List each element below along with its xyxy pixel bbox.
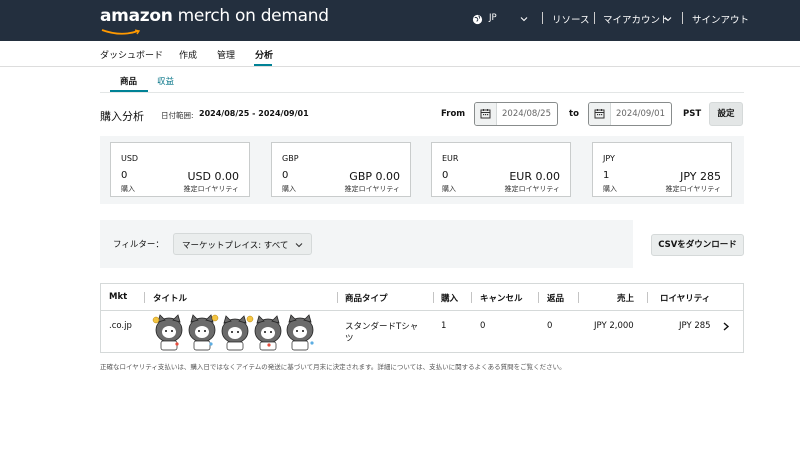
column-header-sales[interactable]: 売上 [617, 292, 634, 304]
filter-label: フィルター： [113, 240, 164, 250]
column-header-purchases[interactable]: 購入 [441, 292, 458, 304]
nav-analyze[interactable]: 分析 [255, 48, 273, 61]
row-purchases: 1 [441, 321, 447, 331]
header-divider [542, 12, 543, 24]
filter-panel: フィルター： マーケットプレイス: すべて [100, 220, 633, 268]
page-title: 購入分析 [100, 110, 144, 123]
chevron-down-icon[interactable] [520, 15, 528, 23]
download-csv-button[interactable]: CSVをダウンロード [651, 234, 744, 256]
header-divider [594, 12, 595, 24]
marketplace-selected: マーケットプレイス: すべて [182, 241, 289, 251]
header-divider [682, 12, 683, 24]
from-date-field[interactable]: 2024/08/25 [474, 102, 558, 126]
timezone-label: PST [683, 109, 702, 119]
row-royalty: JPY 285 [679, 321, 711, 331]
top-header: amazon merch on demand JP リソース マイアカウント サ… [0, 0, 800, 41]
sales-table: Mkt タイトル 商品タイプ 購入 キャンセル 返品 売上 ロイヤリティ .co… [100, 283, 744, 353]
row-sales: JPY 2,000 [594, 321, 634, 331]
nav-create[interactable]: 作成 [179, 48, 197, 61]
globe-icon[interactable] [472, 14, 483, 25]
chevron-down-icon[interactable] [664, 15, 672, 23]
column-header-product-type[interactable]: 商品タイプ [345, 292, 388, 304]
column-divider [337, 292, 338, 303]
column-divider [578, 292, 579, 303]
main-nav: ダッシュボード 作成 管理 分析 [0, 41, 800, 67]
my-account-link[interactable]: マイアカウント [603, 12, 670, 26]
currency-summary: USD 0 購入 USD 0.00 推定ロイヤリティ GBP 0 購入 GBP … [100, 136, 744, 204]
currency-card-usd: USD 0 購入 USD 0.00 推定ロイヤリティ [110, 142, 250, 197]
row-cancels: 0 [480, 321, 486, 331]
marketplace-dropdown[interactable]: マーケットプレイス: すべて [173, 233, 312, 255]
column-divider [647, 292, 648, 303]
chevron-right-icon[interactable] [722, 322, 730, 331]
currency-card-jpy: JPY 1 購入 JPY 285 推定ロイヤリティ [592, 142, 732, 197]
tab-divider [100, 92, 744, 93]
column-header-returns[interactable]: 返品 [547, 292, 564, 304]
calendar-icon[interactable] [475, 103, 497, 125]
date-range-value: 2024/08/25 - 2024/09/01 [199, 109, 309, 118]
tab-products[interactable]: 商品 [120, 75, 137, 87]
amazon-smile-icon [101, 29, 141, 35]
table-header: Mkt タイトル 商品タイプ 購入 キャンセル 返品 売上 ロイヤリティ [101, 284, 743, 311]
sign-out-link[interactable]: サインアウト [692, 12, 749, 26]
column-divider [433, 292, 434, 303]
column-header-mkt[interactable]: Mkt [109, 292, 127, 302]
row-marketplace: .co.jp [109, 321, 132, 331]
chevron-down-icon [295, 243, 303, 248]
to-date-value: 2024/09/01 [616, 109, 665, 119]
column-divider [144, 292, 145, 303]
nav-dashboard[interactable]: ダッシュボード [100, 48, 163, 61]
from-date-value: 2024/08/25 [502, 109, 551, 119]
product-thumbnail-image[interactable] [149, 314, 321, 351]
row-product-type-cont: ツ [345, 334, 354, 344]
calendar-icon[interactable] [589, 103, 611, 125]
nav-manage[interactable]: 管理 [217, 48, 235, 61]
merch-logo[interactable]: amazon merch on demand [100, 6, 329, 26]
to-date-field[interactable]: 2024/09/01 [588, 102, 672, 126]
column-divider [471, 292, 472, 303]
currency-card-eur: EUR 0 購入 EUR 0.00 推定ロイヤリティ [431, 142, 571, 197]
to-label: to [569, 109, 579, 119]
column-divider [538, 292, 539, 303]
royalty-footnote: 正確なロイヤリティ支払いは、購入日ではなくアイテムの発送に基づいて月末に決定され… [100, 363, 566, 371]
row-product-type: スタンダードTシャ [345, 322, 419, 332]
locale-selector[interactable]: JP [489, 13, 497, 23]
column-header-title[interactable]: タイトル [153, 292, 187, 304]
row-returns: 0 [547, 321, 553, 331]
date-range-label: 日付範囲: [161, 111, 194, 120]
currency-card-gbp: GBP 0 購入 GBP 0.00 推定ロイヤリティ [271, 142, 411, 197]
nav-active-indicator [254, 64, 272, 66]
resources-link[interactable]: リソース [552, 12, 590, 26]
from-label: From [441, 109, 466, 119]
tab-earnings[interactable]: 収益 [157, 75, 174, 87]
apply-date-button[interactable]: 設定 [709, 102, 743, 126]
column-header-cancels[interactable]: キャンセル [480, 292, 523, 304]
column-header-royalty[interactable]: ロイヤリティ [660, 292, 710, 304]
